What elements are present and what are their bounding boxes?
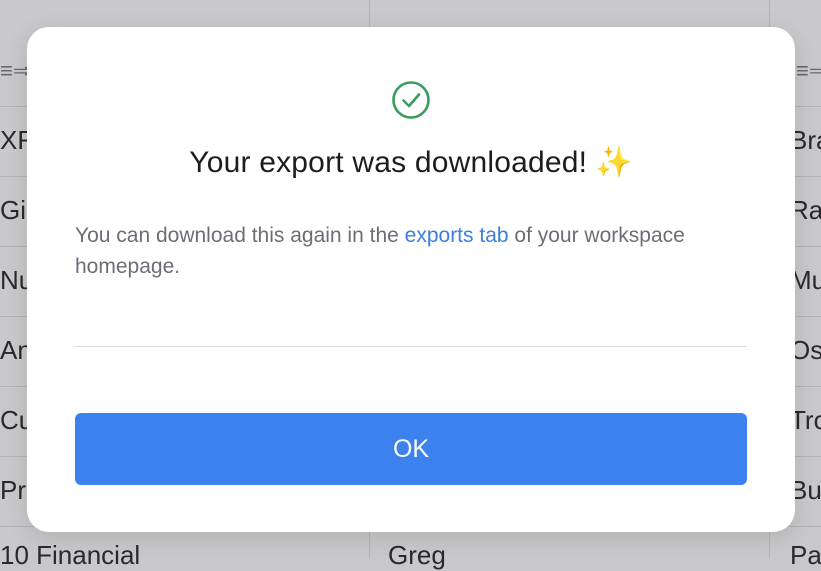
sort-icon: ≡⇒ <box>796 58 821 83</box>
exports-tab-link[interactable]: exports tab <box>405 224 509 247</box>
table-cell: Pa <box>790 540 821 570</box>
message-text: You can download this again in the <box>75 224 405 247</box>
divider <box>75 346 747 347</box>
check-circle-icon <box>391 80 431 120</box>
ok-button[interactable]: OK <box>75 413 747 485</box>
export-success-dialog: Your export was downloaded! ✨ You can dow… <box>27 27 795 532</box>
table-cell: Nu <box>0 265 28 295</box>
table-cell: Cu <box>0 405 28 435</box>
table-cell: Gib <box>0 195 28 225</box>
table-cell: And <box>0 335 28 365</box>
table-cell: 10 Financial <box>0 540 141 570</box>
dialog-title: Your export was downloaded! ✨ <box>27 145 795 180</box>
table-cell: XFa <box>0 125 28 155</box>
table-cell: Greg <box>388 540 446 570</box>
dialog-message: You can download this again in the expor… <box>75 220 735 282</box>
table-cell: Pro <box>0 475 28 505</box>
sparkle-icon: ✨ <box>595 146 633 179</box>
dialog-title-text: Your export was downloaded! <box>189 146 588 179</box>
